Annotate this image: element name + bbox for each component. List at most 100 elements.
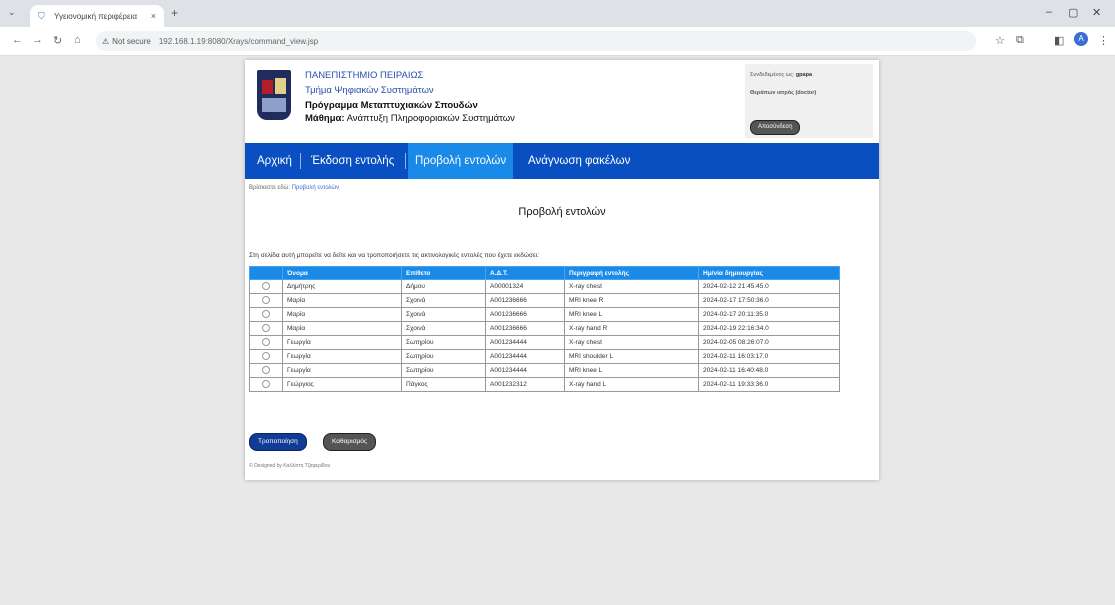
col-first-name: Όνομα <box>282 266 402 280</box>
nav-issue-order[interactable]: Έκδοση εντολής <box>311 143 394 179</box>
profile-avatar[interactable]: A <box>1074 32 1088 46</box>
not-secure-label: Not secure <box>112 36 151 46</box>
course-name: Ανάπτυξη Πληροφοριακών Συστημάτων <box>346 113 515 124</box>
cell-first-name: Μαρία <box>282 307 402 322</box>
row-select-radio[interactable] <box>262 295 270 304</box>
cell-first-name: Γεωργία <box>282 349 402 364</box>
edit-button[interactable]: Τροποποίηση <box>249 433 307 451</box>
row-select-radio[interactable] <box>262 309 270 318</box>
home-icon[interactable]: ⌂ <box>74 34 81 46</box>
cell-created-date: 2024-02-12 21:45:45.0 <box>698 279 840 294</box>
row-select-radio[interactable] <box>262 281 270 290</box>
row-select-radio[interactable] <box>262 323 270 332</box>
star-icon[interactable]: ☆ <box>995 34 1005 47</box>
cell-description: X-ray chest <box>564 335 699 350</box>
address-bar: ← → ↻ ⌂ ⚠ Not secure 192.168.1.19:8080/X… <box>0 27 1115 56</box>
url-field[interactable]: ⚠ Not secure 192.168.1.19:8080/Xrays/com… <box>96 31 976 51</box>
menu-icon[interactable]: ⋮ <box>1098 34 1109 47</box>
col-last-name: Επίθετο <box>401 266 486 280</box>
course-line: Μάθημα: Ανάπτυξη Πληροφοριακών Συστημάτω… <box>305 113 515 124</box>
cell-first-name: Γεωργία <box>282 363 402 378</box>
new-tab-icon[interactable]: + <box>171 6 178 20</box>
table-row: Μαρία Σχοινά Α001236666 MRI knee R 2024-02-1… <box>249 293 840 308</box>
cell-first-name: Μαρία <box>282 321 402 336</box>
maximize-icon[interactable]: ▢ <box>1068 6 1078 19</box>
table-row: Μαρία Σχοινά Α001236666 MRI knee L 2024-02-1… <box>249 307 840 322</box>
cell-last-name: Πάγκος <box>401 377 486 392</box>
tab-close-icon[interactable]: × <box>151 11 156 21</box>
intro-text: Στη σελίδα αυτή μπορείτε να δείτε και να… <box>249 252 540 259</box>
warning-icon: ⚠ <box>102 36 110 46</box>
cell-last-name: Σωτηρίου <box>401 335 486 350</box>
browser-tab[interactable]: ⛉ Υγειονομική περιφέρεια × <box>30 5 164 27</box>
footer-credit: © Designed by Καλλίστη Τζαφερίδου <box>249 463 331 469</box>
cell-id-number: Α001236666 <box>485 293 565 308</box>
logout-button[interactable]: Αποσύνδεση <box>750 120 801 135</box>
nav-home[interactable]: Αρχική <box>257 143 292 179</box>
username: gpapa <box>795 72 813 78</box>
minimize-icon[interactable]: – <box>1046 6 1052 18</box>
course-label: Μάθημα: <box>305 113 345 124</box>
cell-last-name: Σχοινά <box>401 293 486 308</box>
main-nav: Αρχική Έκδοση εντολής Προβολή εντολών Αν… <box>245 143 879 179</box>
tab-search-icon[interactable]: ⌄ <box>8 7 16 18</box>
cell-description: X-ray hand R <box>564 321 699 336</box>
cell-created-date: 2024-02-11 16:03:17.0 <box>698 349 840 364</box>
col-id-number: Α.Δ.Τ. <box>485 266 565 280</box>
cell-created-date: 2024-02-17 17:50:36.0 <box>698 293 840 308</box>
back-icon[interactable]: ← <box>12 34 23 46</box>
orders-table: Όνομα Επίθετο Α.Δ.Τ. Περιγραφή εντολής Η… <box>249 266 840 392</box>
table-row: Δημήτρης Δήμου Α00001324 X-ray chest 2024-02… <box>249 279 840 294</box>
cell-last-name: Σχοινά <box>401 307 486 322</box>
cell-last-name: Δήμου <box>401 279 486 294</box>
row-select-radio[interactable] <box>262 337 270 346</box>
breadcrumb-current[interactable]: Προβολή εντολών <box>292 185 340 191</box>
cell-created-date: 2024-02-17 20:11:35.0 <box>698 307 840 322</box>
clear-button[interactable]: Καθαρισμός <box>323 433 377 451</box>
row-select-radio[interactable] <box>262 379 270 388</box>
user-role: Θεράπων ιατρός (doctor) <box>750 90 817 96</box>
university-logo <box>257 70 291 120</box>
program-name: Πρόγραμμα Μεταπτυχιακών Σπουδών <box>305 100 478 111</box>
page-title: Προβολή εντολών <box>518 206 606 218</box>
cell-first-name: Μαρία <box>282 293 402 308</box>
reload-icon[interactable]: ↻ <box>53 34 62 47</box>
forward-icon[interactable]: → <box>32 34 43 46</box>
close-window-icon[interactable]: ✕ <box>1092 6 1101 19</box>
cell-first-name: Γεώργιος <box>282 377 402 392</box>
cell-description: MRI knee L <box>564 307 699 322</box>
cell-id-number: Α001234444 <box>485 335 565 350</box>
nav-read-folders[interactable]: Ανάγνωση φακέλων <box>528 143 630 179</box>
row-select-radio[interactable] <box>262 351 270 360</box>
cell-description: X-ray hand L <box>564 377 699 392</box>
department-name: Τμήμα Ψηφιακών Συστημάτων <box>305 85 434 96</box>
cell-description: MRI knee R <box>564 293 699 308</box>
site-header: ΠΑΝΕΠΙΣΤΗΜΙΟ ΠΕΙΡΑΙΩΣ Τμήμα Ψηφιακών Συσ… <box>245 60 879 143</box>
col-created-date: Ημ/νία δημιουργίας <box>698 266 840 280</box>
cell-id-number: Α001234444 <box>485 349 565 364</box>
nav-view-orders[interactable]: Προβολή εντολών <box>408 143 514 179</box>
cell-id-number: Α001234444 <box>485 363 565 378</box>
cell-last-name: Σωτηρίου <box>401 363 486 378</box>
cell-id-number: Α001232312 <box>485 377 565 392</box>
cell-id-number: Α001236666 <box>485 321 565 336</box>
cell-description: X-ray chest <box>564 279 699 294</box>
table-row: Μαρία Σχοινά Α001236666 X-ray hand R 2024-02… <box>249 321 840 336</box>
table-header-row: Όνομα Επίθετο Α.Δ.Τ. Περιγραφή εντολής Η… <box>249 266 840 280</box>
sidebar-icon[interactable]: ◧ <box>1054 34 1064 47</box>
user-box: Συνδεδεμένος ως: gpapa Θεράπων ιατρός (d… <box>745 64 873 138</box>
connected-as: Συνδεδεμένος ως: gpapa <box>750 72 813 78</box>
row-select-radio[interactable] <box>262 365 270 374</box>
breadcrumb: Βρίσκεστε εδώ: Προβολή εντολών <box>249 185 340 191</box>
cell-created-date: 2024-02-11 16:40:48.0 <box>698 363 840 378</box>
cell-first-name: Γεωργία <box>282 335 402 350</box>
cell-id-number: Α00001324 <box>485 279 565 294</box>
extensions-icon[interactable]: ⧉ <box>1016 34 1024 47</box>
university-name: ΠΑΝΕΠΙΣΤΗΜΙΟ ΠΕΙΡΑΙΩΣ <box>305 70 424 81</box>
cell-created-date: 2024-02-11 19:33:36.0 <box>698 377 840 392</box>
table-row: Γεωργία Σωτηρίου Α001234444 MRI shoulder L2… <box>249 349 840 364</box>
table-row: Γεωργία Σωτηρίου Α001234444 X-ray chest 2024… <box>249 335 840 350</box>
cell-first-name: Δημήτρης <box>282 279 402 294</box>
shield-favicon-icon: ⛉ <box>38 11 45 21</box>
cell-last-name: Σχοινά <box>401 321 486 336</box>
